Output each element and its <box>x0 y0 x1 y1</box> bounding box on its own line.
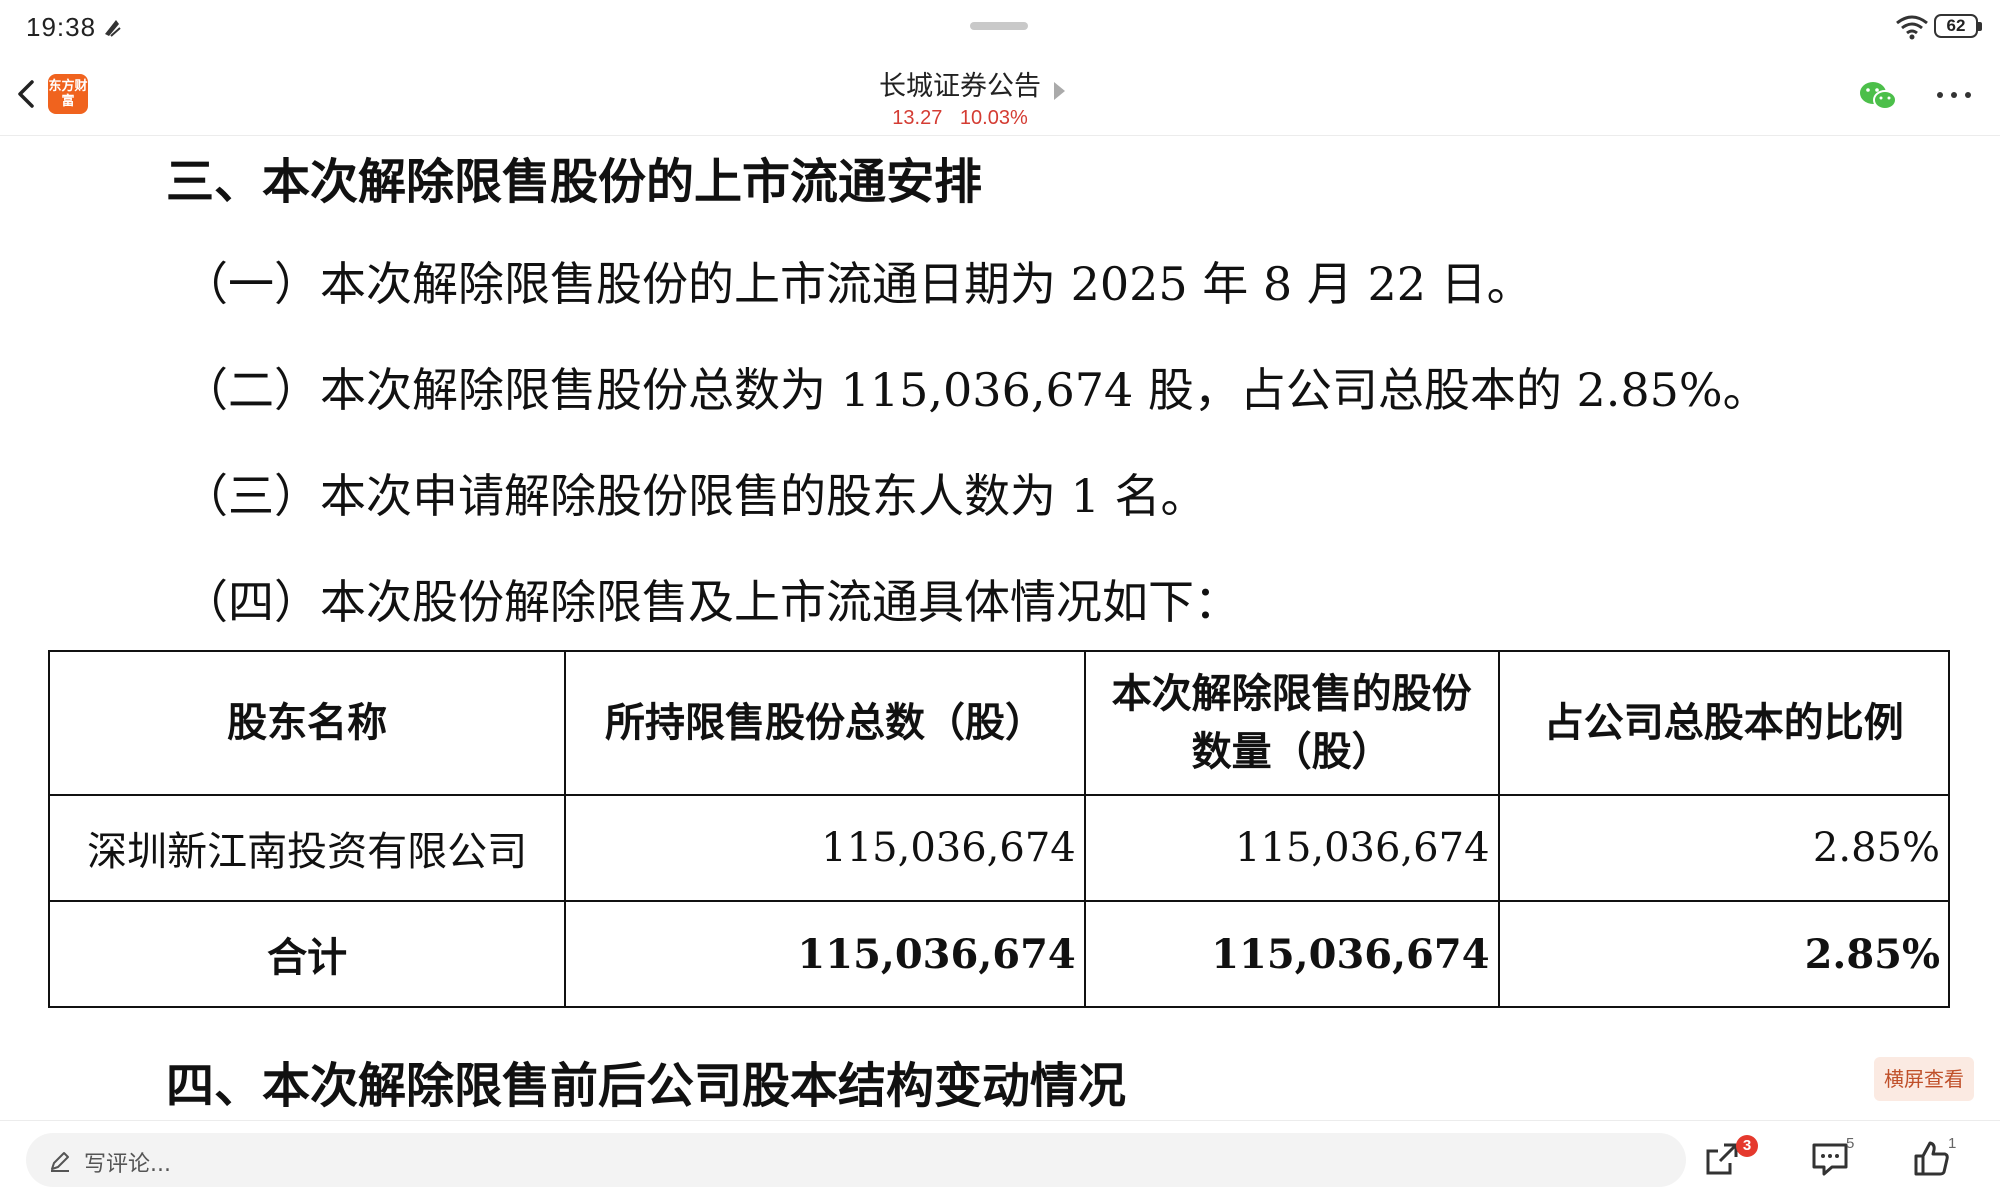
app-header: 东方财富 长城证券公告 13.27 10.03% <box>0 54 2000 136</box>
table-row: 深圳新江南投资有限公司 115,036,674 115,036,674 2.85… <box>47 794 1951 902</box>
column-header: 占公司总股本的比例 <box>1497 650 1951 796</box>
total-released-shares: 115,036,674 <box>1083 900 1500 1008</box>
paragraph: （一）本次解除限售股份的上市流通日期为 2025 年 8 月 22 日。 <box>182 257 1533 311</box>
stock-quote: 13.27 10.03% <box>860 107 1060 130</box>
section-heading: 四、本次解除限售前后公司股本结构变动情况 <box>166 1058 1127 1114</box>
announcement-document: 三、本次解除限售股份的上市流通安排 （一）本次解除限售股份的上市流通日期为 20… <box>0 136 2000 1120</box>
shareholder-name: 深圳新江南投资有限公司 <box>47 794 567 902</box>
signal-leaf-icon <box>105 20 121 37</box>
wechat-icon[interactable] <box>1858 80 1898 112</box>
wifi-icon <box>1896 15 1928 40</box>
total-share-ratio: 2.85% <box>1497 900 1951 1008</box>
column-header: 本次解除限售的股份数量（股） <box>1083 650 1500 796</box>
page-title: 长城证券公告 <box>879 71 1041 101</box>
column-header: 股东名称 <box>47 650 567 796</box>
paragraph: （三）本次申请解除股份限售的股东人数为 1 名。 <box>182 469 1207 523</box>
app-logo-text: 东方财富 <box>48 79 88 109</box>
released-shares: 115,036,674 <box>1083 794 1500 902</box>
title-block[interactable]: 长城证券公告 13.27 10.03% <box>860 64 1060 130</box>
stock-price: 13.27 <box>892 107 943 129</box>
more-icon[interactable] <box>1934 90 1974 100</box>
battery-level: 62 <box>1946 16 1966 35</box>
restricted-shares-total: 115,036,674 <box>564 794 1086 902</box>
play-arrow-icon[interactable] <box>1054 82 1065 100</box>
thumbs-up-icon[interactable] <box>1912 1139 1952 1179</box>
paragraph: （二）本次解除限售股份总数为 115,036,674 股，占公司总股本的 2.8… <box>182 363 1769 417</box>
drag-handle[interactable] <box>970 22 1028 30</box>
section-heading: 三、本次解除限售股份的上市流通安排 <box>166 154 983 210</box>
comment-icon[interactable] <box>1810 1139 1850 1179</box>
comment-input[interactable]: 写评论... <box>26 1133 1686 1187</box>
stock-change: 10.03% <box>959 107 1028 129</box>
back-icon[interactable] <box>12 74 42 114</box>
pen-icon <box>51 1152 69 1172</box>
total-label: 合计 <box>47 900 567 1008</box>
table-total-row: 合计 115,036,674 115,036,674 2.85% <box>47 900 1951 1008</box>
share-release-table: 股东名称 所持限售股份总数（股） 本次解除限售的股份数量（股） 占公司总股本的比… <box>47 650 1951 1008</box>
status-time: 19:38 <box>26 12 97 42</box>
app-logo: 东方财富 <box>48 74 88 114</box>
table-header-row: 股东名称 所持限售股份总数（股） 本次解除限售的股份数量（股） 占公司总股本的比… <box>47 650 1951 796</box>
landscape-view-button[interactable]: 横屏查看 <box>1874 1057 1974 1101</box>
total-restricted-shares: 115,036,674 <box>564 900 1086 1008</box>
share-ratio: 2.85% <box>1497 794 1951 902</box>
comment-placeholder: 写评论... <box>84 1152 171 1177</box>
paragraph: （四）本次股份解除限售及上市流通具体情况如下： <box>182 575 1240 629</box>
column-header: 所持限售股份总数（股） <box>564 650 1086 796</box>
comment-count: 5 <box>1846 1135 1855 1152</box>
share-badge: 3 <box>1736 1135 1758 1157</box>
battery-indicator: 62 <box>1934 14 1982 38</box>
like-count: 1 <box>1948 1135 1957 1152</box>
status-bar: 19:38 62 <box>0 0 2000 54</box>
bottom-bar: 写评论... 3 5 1 <box>0 1120 2000 1200</box>
